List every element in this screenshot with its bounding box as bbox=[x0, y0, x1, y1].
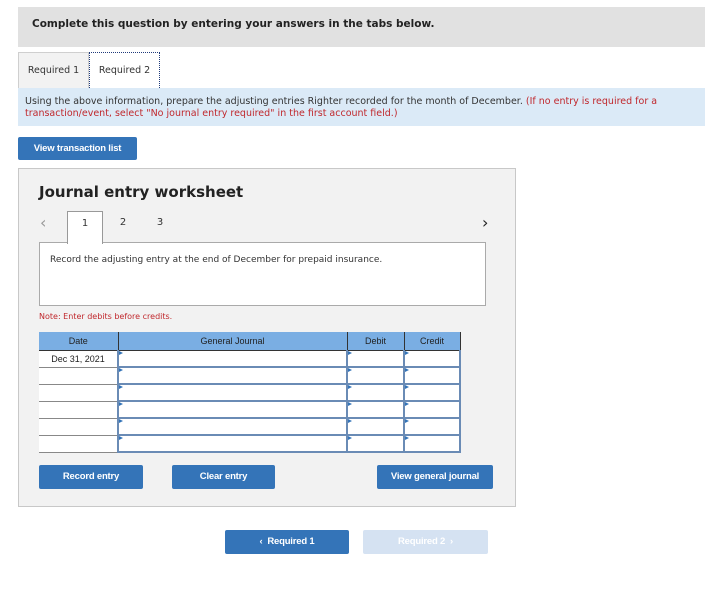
chevron-right-icon: › bbox=[445, 536, 453, 547]
debit-input[interactable] bbox=[346, 366, 405, 385]
journal-row bbox=[39, 383, 461, 402]
debit-input[interactable] bbox=[346, 417, 405, 436]
credit-input[interactable] bbox=[403, 366, 461, 385]
journal-row: Dec 31, 2021 bbox=[39, 349, 461, 368]
account-input[interactable] bbox=[117, 434, 348, 453]
entry-tab-1[interactable]: 1 bbox=[67, 211, 103, 244]
credit-input[interactable] bbox=[403, 434, 461, 453]
credit-input[interactable] bbox=[403, 417, 461, 436]
header-debit: Debit bbox=[347, 332, 405, 351]
date-cell bbox=[39, 435, 119, 453]
chevron-left-icon[interactable]: ‹ bbox=[40, 213, 46, 232]
entry-tab-2[interactable]: 2 bbox=[105, 211, 141, 243]
credit-input[interactable] bbox=[403, 349, 461, 368]
requirement-tabs: Required 1 Required 2 bbox=[18, 52, 705, 88]
prompt-text: Using the above information, prepare the… bbox=[25, 96, 523, 107]
tab-required-1[interactable]: Required 1 bbox=[18, 52, 89, 88]
journal-entry-worksheet: Journal entry worksheet ‹ 1 2 3 › Record… bbox=[18, 168, 516, 507]
next-required-button: Required 2 › bbox=[363, 530, 488, 554]
next-required-label: Required 2 bbox=[398, 536, 446, 547]
header-general-journal: General Journal bbox=[118, 332, 348, 351]
date-cell bbox=[39, 401, 119, 419]
journal-table: Date General Journal Debit Credit Dec 31… bbox=[39, 332, 461, 453]
credit-input[interactable] bbox=[403, 400, 461, 419]
header-credit: Credit bbox=[404, 332, 461, 351]
credit-input[interactable] bbox=[403, 383, 461, 402]
date-cell bbox=[39, 418, 119, 436]
chevron-right-icon[interactable]: › bbox=[482, 213, 488, 232]
account-input[interactable] bbox=[117, 349, 348, 368]
debit-credit-note: Note: Enter debits before credits. bbox=[39, 312, 173, 321]
account-input[interactable] bbox=[117, 417, 348, 436]
account-input[interactable] bbox=[117, 366, 348, 385]
debit-input[interactable] bbox=[346, 434, 405, 453]
prev-required-label: Required 1 bbox=[267, 536, 315, 547]
header-date: Date bbox=[39, 332, 119, 351]
view-general-journal-button[interactable]: View general journal bbox=[377, 465, 493, 489]
debit-input[interactable] bbox=[346, 349, 405, 368]
clear-entry-button[interactable]: Clear entry bbox=[172, 465, 275, 489]
instruction-bar: Complete this question by entering your … bbox=[18, 7, 705, 47]
journal-row bbox=[39, 400, 461, 419]
date-cell: Dec 31, 2021 bbox=[39, 350, 119, 368]
account-input[interactable] bbox=[117, 400, 348, 419]
instruction-text: Complete this question by entering your … bbox=[32, 18, 435, 30]
debit-input[interactable] bbox=[346, 383, 405, 402]
worksheet-title: Journal entry worksheet bbox=[39, 183, 244, 201]
prev-required-button[interactable]: ‹ Required 1 bbox=[225, 530, 349, 554]
journal-row bbox=[39, 366, 461, 385]
question-prompt: Using the above information, prepare the… bbox=[18, 88, 705, 126]
account-input[interactable] bbox=[117, 383, 348, 402]
debit-input[interactable] bbox=[346, 400, 405, 419]
entry-tab-3[interactable]: 3 bbox=[142, 211, 178, 243]
journal-row bbox=[39, 434, 461, 453]
entry-description: Record the adjusting entry at the end of… bbox=[39, 242, 486, 306]
date-cell bbox=[39, 367, 119, 385]
journal-row bbox=[39, 417, 461, 436]
record-entry-button[interactable]: Record entry bbox=[39, 465, 143, 489]
entry-description-text: Record the adjusting entry at the end of… bbox=[50, 255, 383, 265]
journal-table-header: Date General Journal Debit Credit bbox=[39, 332, 461, 351]
tab-required-2[interactable]: Required 2 bbox=[89, 52, 160, 88]
view-transaction-list-button[interactable]: View transaction list bbox=[18, 137, 137, 160]
date-cell bbox=[39, 384, 119, 402]
